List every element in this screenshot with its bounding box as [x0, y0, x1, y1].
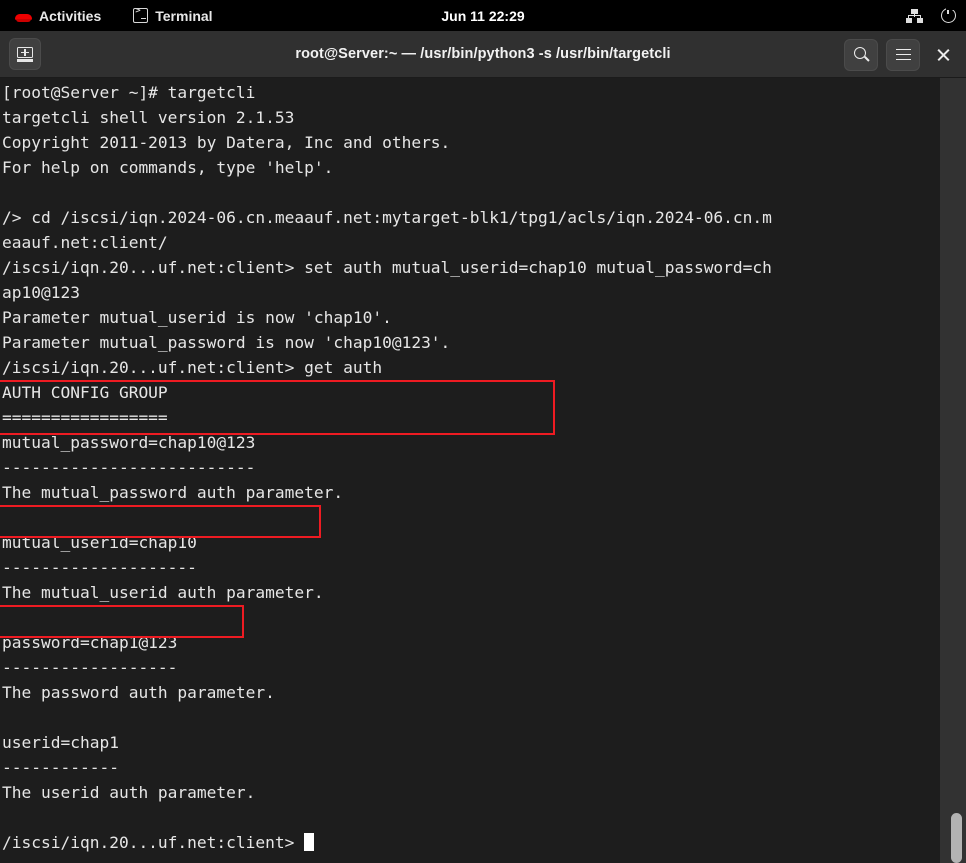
terminal-line: mutual_password=chap10@123	[2, 433, 256, 452]
terminal-line: Parameter mutual_password is now 'chap10…	[2, 333, 451, 352]
network-icon[interactable]	[906, 8, 923, 23]
terminal-line: /> cd /iscsi/iqn.2024-06.cn.meaauf.net:m…	[2, 208, 772, 227]
hamburger-menu-icon	[895, 48, 911, 61]
new-tab-button[interactable]	[9, 38, 41, 70]
terminal-line: Parameter mutual_userid is now 'chap10'.	[2, 308, 392, 327]
power-icon[interactable]	[941, 5, 956, 23]
scrollbar-track[interactable]	[940, 78, 966, 863]
terminal-line: The mutual_password auth parameter.	[2, 483, 344, 502]
terminal-line: =================	[2, 408, 168, 427]
terminal-line: For help on commands, type 'help'.	[2, 158, 334, 177]
terminal-line: /iscsi/iqn.20...uf.net:client> get auth	[2, 358, 383, 377]
terminal-line: --------------------------	[2, 458, 256, 477]
terminal-line: The mutual_userid auth parameter.	[2, 583, 324, 602]
terminal-line: password=chap1@123	[2, 633, 178, 652]
topbar-app-terminal[interactable]: Terminal	[124, 0, 221, 31]
terminal-content-area[interactable]: [root@Server ~]# targetcli targetcli shel…	[0, 78, 966, 863]
terminal-line: eaauf.net:client/	[2, 233, 168, 252]
titlebar-controls	[844, 31, 958, 78]
window-title: root@Server:~ — /usr/bin/python3 -s /usr…	[295, 46, 671, 62]
close-icon	[936, 47, 951, 62]
close-button[interactable]	[928, 39, 958, 71]
terminal-line: ap10@123	[2, 283, 80, 302]
activities-button[interactable]: Activities	[6, 0, 110, 31]
terminal-window: root@Server:~ — /usr/bin/python3 -s /usr…	[0, 31, 966, 863]
new-tab-icon	[17, 46, 33, 62]
gnome-top-bar: Activities Terminal Jun 11 22:29	[0, 0, 966, 31]
status-area[interactable]	[906, 0, 956, 31]
redhat-icon	[15, 9, 32, 23]
activities-label: Activities	[39, 7, 102, 24]
terminal-screen[interactable]: [root@Server ~]# targetcli targetcli shel…	[2, 80, 940, 855]
terminal-line: --------------------	[2, 558, 197, 577]
terminal-line: ------------	[2, 758, 119, 777]
terminal-icon	[133, 6, 149, 23]
terminal-line: mutual_userid=chap10	[2, 533, 197, 552]
topbar-app-label: Terminal	[155, 7, 213, 24]
search-button[interactable]	[844, 38, 878, 71]
terminal-line: The userid auth parameter.	[2, 783, 256, 802]
terminal-line: ------------------	[2, 658, 178, 677]
terminal-line: userid=chap1	[2, 733, 119, 752]
window-titlebar[interactable]: root@Server:~ — /usr/bin/python3 -s /usr…	[0, 31, 966, 78]
terminal-line: [root@Server ~]# targetcli	[2, 83, 256, 102]
terminal-line: /iscsi/iqn.20...uf.net:client> set auth …	[2, 258, 772, 277]
search-icon	[853, 47, 869, 62]
terminal-line: targetcli shell version 2.1.53	[2, 108, 295, 127]
terminal-line: The password auth parameter.	[2, 683, 275, 702]
terminal-line: AUTH CONFIG GROUP	[2, 383, 168, 402]
block-cursor	[304, 833, 315, 851]
menu-button[interactable]	[886, 38, 920, 71]
scrollbar-thumb[interactable]	[951, 813, 962, 863]
terminal-line: /iscsi/iqn.20...uf.net:client>	[2, 830, 940, 855]
terminal-line: Copyright 2011-2013 by Datera, Inc and o…	[2, 133, 451, 152]
